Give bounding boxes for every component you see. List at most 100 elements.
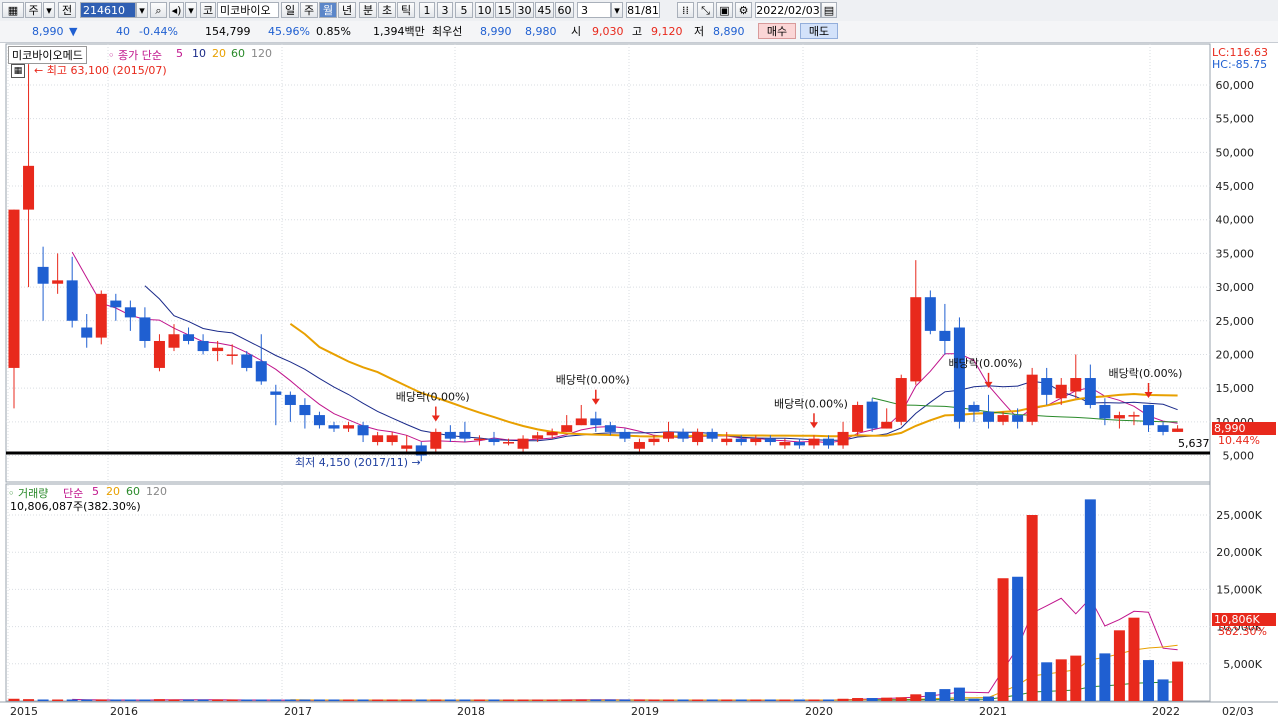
volume-ma-60: 60	[126, 485, 140, 498]
volume-ma5-line	[72, 597, 1178, 701]
candle-body	[1041, 378, 1053, 395]
volume-bar	[343, 699, 355, 701]
volume-bar	[823, 699, 835, 701]
volume-tick-label: 5,000K	[1223, 658, 1262, 671]
candle-body	[139, 317, 151, 341]
candle-body	[953, 327, 965, 422]
candle-body	[983, 411, 995, 422]
price-tick-label: 20,000	[1216, 348, 1255, 361]
candle-body	[1012, 415, 1024, 422]
x-axis-label: 2022	[1152, 705, 1180, 718]
volume-ma-5: 5	[92, 485, 99, 498]
volume-ma-20: 20	[106, 485, 120, 498]
volume-bar	[1099, 653, 1111, 701]
candle-body	[401, 445, 413, 449]
price-tick-label: 40,000	[1216, 214, 1255, 227]
volume-bar	[357, 699, 369, 701]
volume-bar	[779, 699, 791, 701]
x-axis-label: 2018	[457, 705, 485, 718]
candle-body	[997, 415, 1009, 422]
candle-body	[633, 442, 645, 449]
candle-body	[590, 418, 602, 426]
candle-body	[793, 442, 805, 446]
ma-legend-120: 120	[251, 47, 272, 60]
candle-body	[1157, 425, 1169, 432]
candle-body	[503, 442, 515, 444]
dividend-arrow-head	[809, 422, 818, 429]
volume-bar	[866, 698, 878, 701]
volume-bar	[1172, 661, 1184, 701]
reference-line-value: 5,637	[1178, 437, 1210, 450]
dividend-arrow-head	[984, 381, 993, 388]
volume-bar	[473, 699, 485, 701]
volume-bar	[459, 699, 471, 701]
candle-body	[779, 442, 791, 446]
volume-bar	[1070, 655, 1082, 701]
volume-bar	[939, 689, 951, 701]
candle-body	[692, 431, 704, 443]
volume-bar	[677, 699, 689, 701]
candle-body	[197, 340, 209, 352]
candle-body	[183, 334, 195, 341]
candle-body	[444, 431, 456, 439]
price-tick-label: 5,000	[1223, 450, 1255, 463]
volume-bar	[881, 697, 893, 701]
volume-bar	[735, 699, 747, 701]
candle-body	[1070, 378, 1082, 392]
candle-body	[241, 354, 253, 368]
volume-bar	[808, 699, 820, 701]
volume-bar	[968, 698, 980, 701]
candle-body	[110, 300, 122, 308]
x-axis-label: 2015	[10, 705, 38, 718]
candle-body	[764, 438, 776, 443]
ma-legend-5: 5	[176, 47, 183, 60]
x-axis-label: 2017	[284, 705, 312, 718]
candle-body	[677, 431, 689, 439]
volume-bar	[1157, 679, 1169, 701]
volume-bar	[430, 699, 442, 701]
volume-bar	[299, 699, 311, 701]
candle-body	[386, 435, 398, 443]
x-axis-label: 2021	[979, 705, 1007, 718]
min-price-label: 최저 4,150 (2017/11) →	[295, 456, 421, 469]
volume-bar	[81, 699, 93, 701]
candle-body	[866, 401, 878, 429]
volume-bar	[488, 699, 500, 701]
stock-chart[interactable]: 배당락(0.00%) 배당락(0.00%) 배당락(0.00%) 배당락(0.00%)…	[0, 0, 1278, 721]
volume-bar	[837, 698, 849, 701]
volume-bar	[910, 694, 922, 701]
candle-body	[153, 340, 165, 368]
volume-bar	[183, 699, 195, 701]
candle-body	[735, 438, 747, 443]
dividend-arrow-head	[431, 415, 440, 422]
volume-current-pct: 382.30%	[1218, 625, 1267, 638]
candle-body	[575, 418, 587, 426]
ma-title: 종가 단순	[118, 49, 162, 62]
dividend-label: 배당락(0.00%)	[949, 357, 1023, 370]
volume-bar	[924, 692, 936, 701]
x-axis-label: 2020	[805, 705, 833, 718]
volume-bar	[386, 699, 398, 701]
table-icon[interactable]: ▦	[11, 64, 25, 78]
volume-bar	[561, 699, 573, 701]
volume-bar	[1026, 515, 1038, 701]
candle-body	[66, 280, 78, 321]
candle-body	[561, 425, 573, 432]
candle-body	[706, 431, 718, 439]
candle-body	[124, 307, 136, 318]
volume-bar	[241, 699, 253, 701]
candle-body	[343, 425, 355, 429]
candle-body	[299, 404, 311, 416]
candle-body	[255, 361, 267, 382]
price-tick-label: 15,000	[1216, 382, 1255, 395]
volume-bar	[706, 699, 718, 701]
candle-body	[823, 438, 835, 446]
candle-body	[1143, 404, 1155, 426]
volume-bar	[532, 699, 544, 701]
candle-body	[357, 425, 369, 436]
volume-bar	[313, 699, 325, 701]
price-tick-label: 30,000	[1216, 281, 1255, 294]
volume-bar	[1128, 617, 1140, 701]
candle-body	[372, 435, 384, 443]
ma-legend-20: 20	[212, 47, 226, 60]
